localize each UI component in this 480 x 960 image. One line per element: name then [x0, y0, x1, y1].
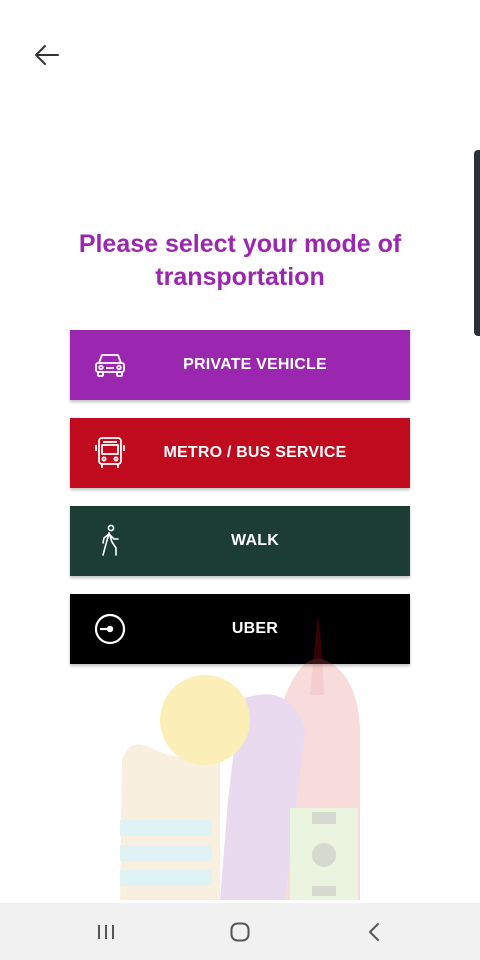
page-title: Please select your mode of transportatio…	[78, 230, 402, 291]
arrow-left-icon	[35, 45, 59, 65]
walk-button[interactable]: WALK	[70, 506, 410, 576]
home-icon	[230, 922, 250, 942]
metro-bus-button[interactable]: METRO / BUS SERVICE	[70, 418, 410, 488]
recent-apps-button[interactable]	[86, 917, 126, 947]
bus-icon	[92, 435, 128, 471]
walking-person-icon	[92, 523, 128, 559]
home-button[interactable]	[220, 917, 260, 947]
system-navigation-bar	[0, 903, 480, 960]
car-icon	[92, 347, 128, 383]
nav-back-icon	[369, 923, 379, 941]
private-vehicle-button[interactable]: PRIVATE VEHICLE	[70, 330, 410, 400]
recent-apps-icon	[98, 925, 114, 939]
background-illustration	[120, 615, 360, 900]
back-button[interactable]	[30, 38, 64, 72]
nav-back-button[interactable]	[354, 917, 394, 947]
edge-panel-handle[interactable]	[474, 150, 480, 336]
